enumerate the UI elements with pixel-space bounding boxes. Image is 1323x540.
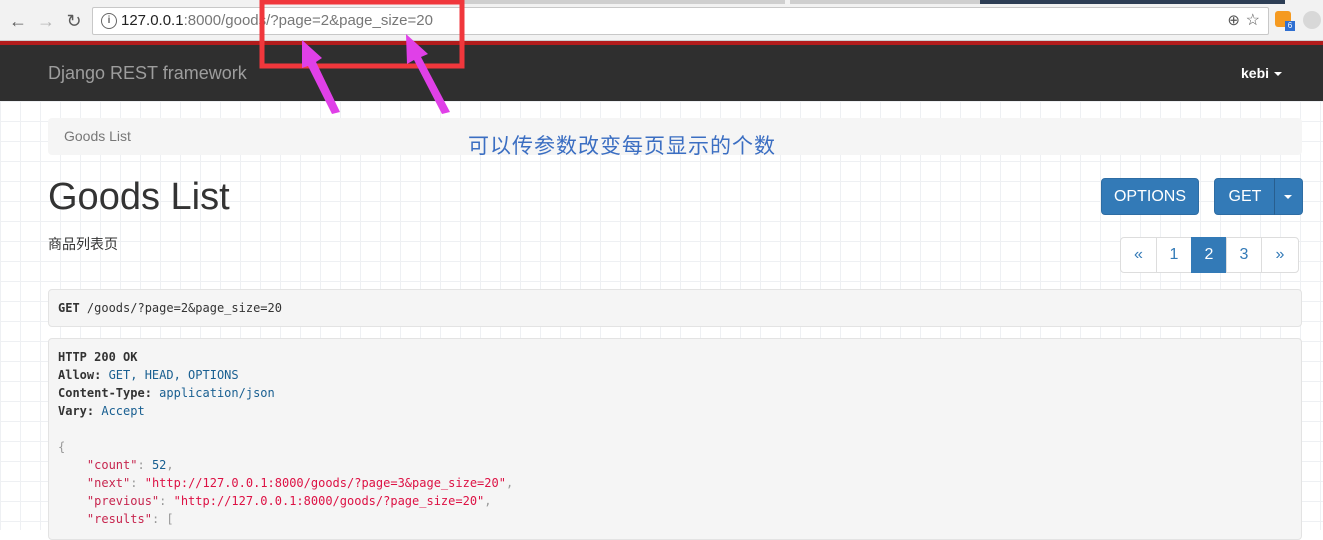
- annotation-overlay: [259, 0, 465, 114]
- annotation-box: [259, 0, 465, 69]
- annotation-arrow: [302, 40, 340, 114]
- annotation-arrow: [406, 34, 450, 114]
